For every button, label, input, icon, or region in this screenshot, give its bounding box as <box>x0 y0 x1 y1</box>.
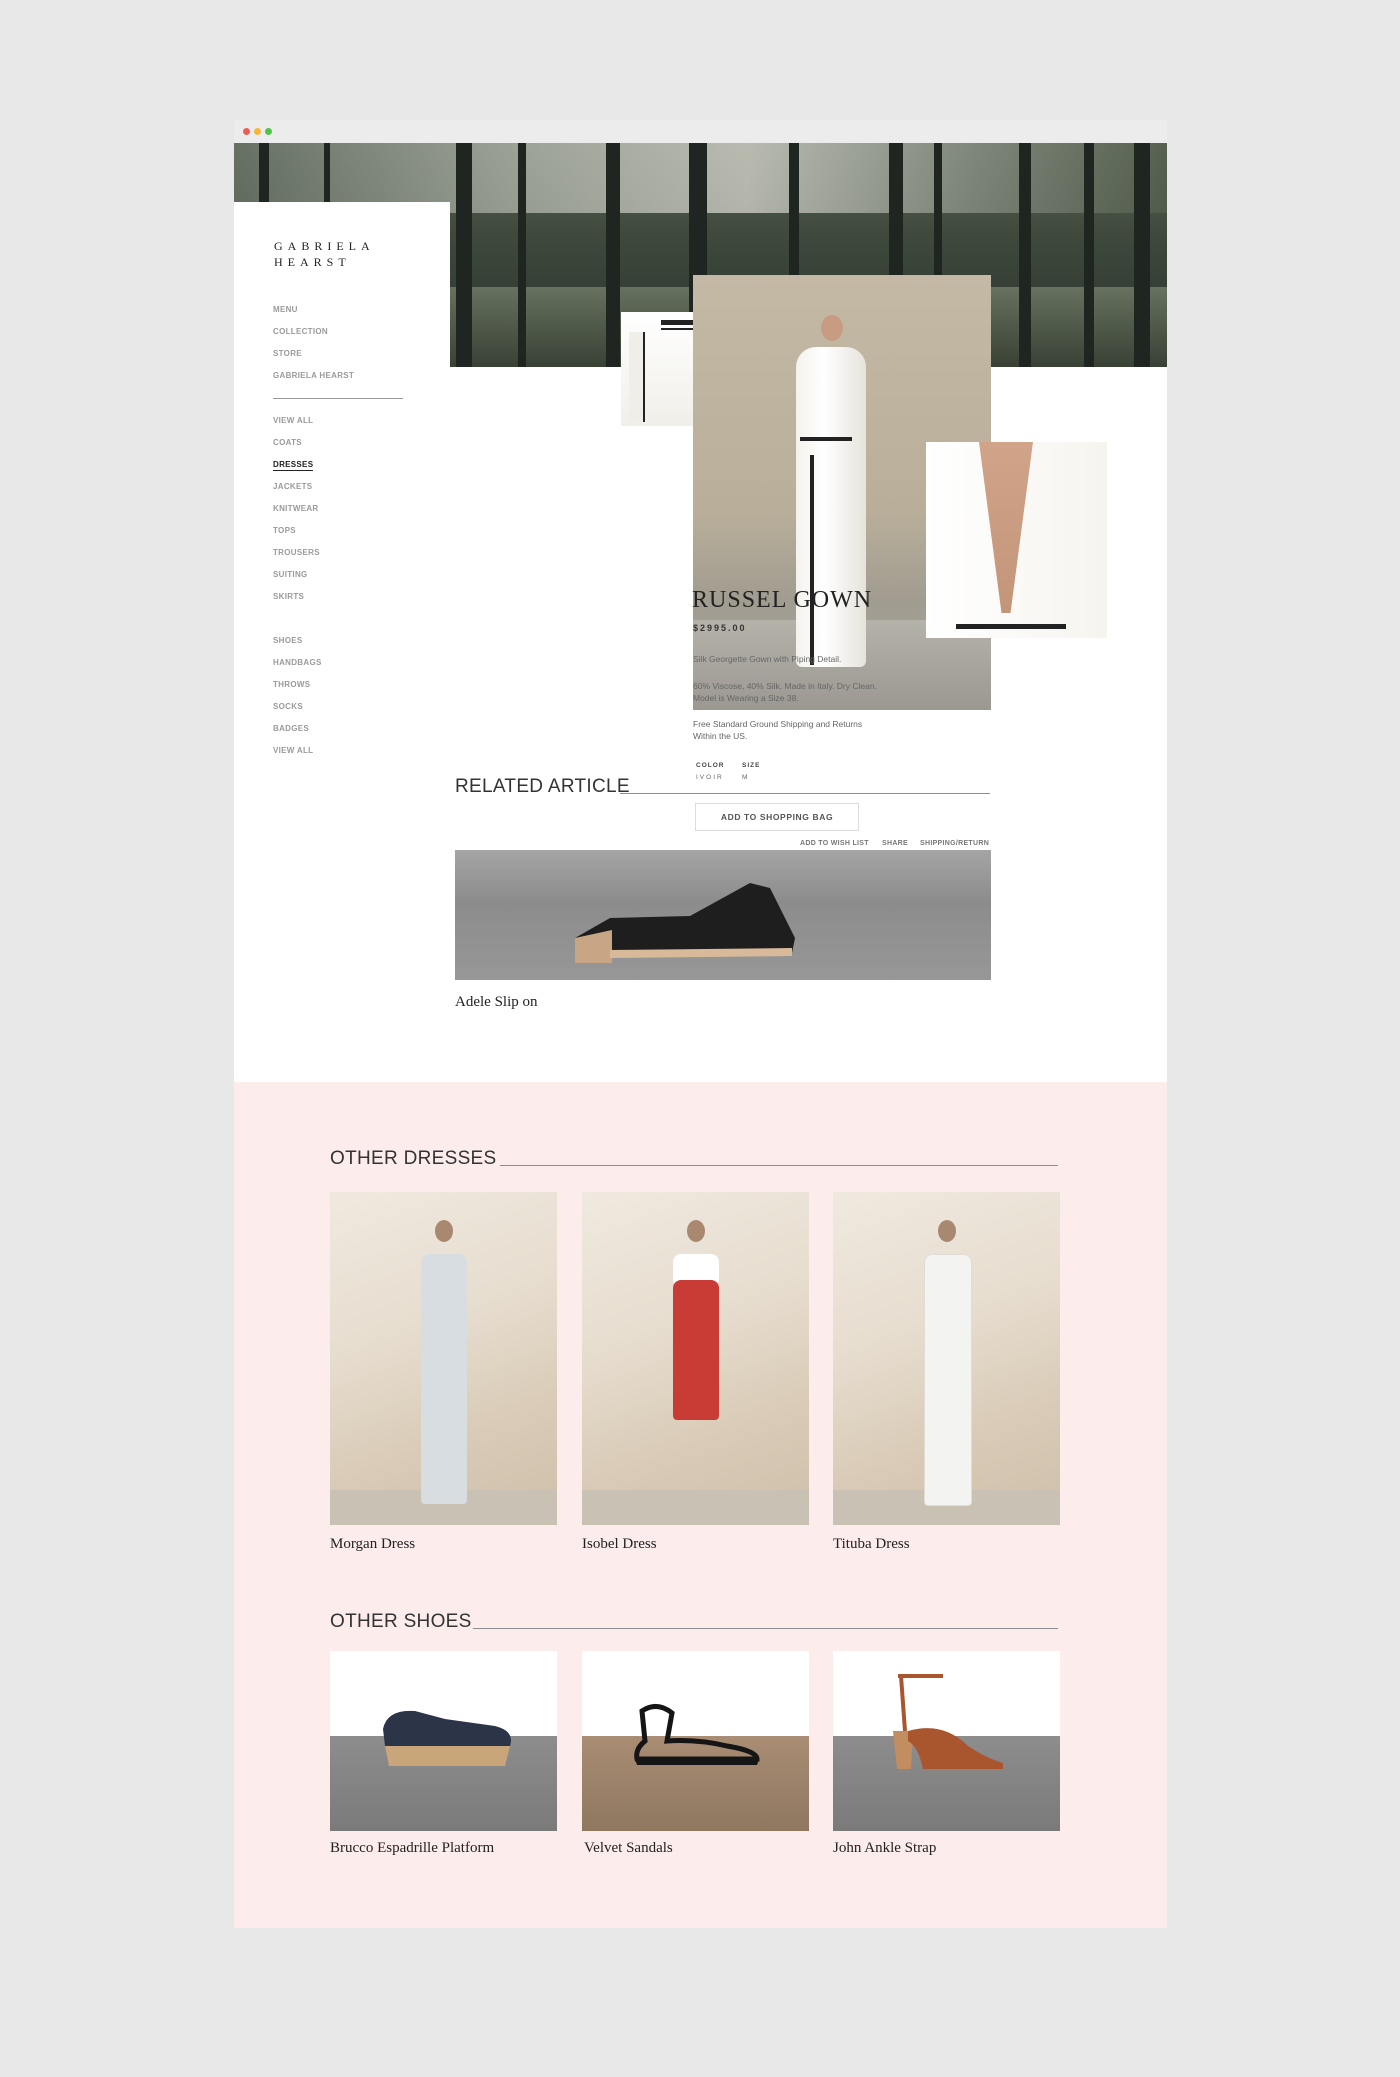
nav-menu[interactable]: MENU <box>273 305 298 314</box>
nav-category-suiting[interactable]: SUITING <box>273 570 308 579</box>
add-to-wishlist-link[interactable]: ADD TO WISH LIST <box>800 840 869 847</box>
nav-category-jackets[interactable]: JACKETS <box>273 482 312 491</box>
related-divider <box>620 793 990 794</box>
related-article-caption[interactable]: Adele Slip on <box>455 994 538 1011</box>
nav-accessory-handbags[interactable]: HANDBAGS <box>273 658 322 667</box>
dress-name-morgan[interactable]: Morgan Dress <box>330 1536 415 1553</box>
close-window-icon[interactable] <box>243 128 250 135</box>
product-neckline-image[interactable] <box>926 442 1107 638</box>
nav-store[interactable]: STORE <box>273 349 302 358</box>
dress-name-isobel[interactable]: Isobel Dress <box>582 1536 657 1553</box>
nav-category-tops[interactable]: TOPS <box>273 526 296 535</box>
nav-divider <box>273 398 403 399</box>
nav-accessory-badges[interactable]: BADGES <box>273 724 309 733</box>
related-article-heading: RELATED ARTICLE <box>455 776 630 797</box>
nav-category-coats[interactable]: COATS <box>273 438 302 447</box>
ankle-strap-shoe-icon <box>893 1674 1003 1769</box>
minimize-window-icon[interactable] <box>254 128 261 135</box>
nav-accessory-shoes[interactable]: SHOES <box>273 636 303 645</box>
product-materials: 60% Viscose, 40% Silk. Made in Italy. Dr… <box>693 681 877 703</box>
nav-accessory-view-all[interactable]: VIEW ALL <box>273 746 313 755</box>
other-shoes-divider <box>473 1628 1058 1629</box>
color-label: COLOR <box>696 762 725 769</box>
sandal-shoe-icon <box>634 1704 760 1765</box>
maximize-window-icon[interactable] <box>265 128 272 135</box>
product-price: $2995.00 <box>693 623 747 633</box>
dress-card-isobel[interactable] <box>582 1192 809 1525</box>
shoe-card-john[interactable] <box>833 1651 1060 1831</box>
shoe-name-velvet[interactable]: Velvet Sandals <box>584 1840 673 1857</box>
product-shipping-note: Free Standard Ground Shipping and Return… <box>693 719 863 741</box>
nav-collection[interactable]: COLLECTION <box>273 327 328 336</box>
browser-chrome <box>234 120 1167 143</box>
nav-category-skirts[interactable]: SKIRTS <box>273 592 304 601</box>
mule-shoe-icon <box>575 883 795 963</box>
dress-card-tituba[interactable] <box>833 1192 1060 1525</box>
shipping-return-link[interactable]: SHIPPING/RETURN <box>920 840 989 847</box>
dress-card-morgan[interactable] <box>330 1192 557 1525</box>
brand-logo[interactable]: GABRIELA HEARST <box>274 238 424 270</box>
nav-category-trousers[interactable]: TROUSERS <box>273 548 320 557</box>
nav-accessory-socks[interactable]: SOCKS <box>273 702 303 711</box>
product-title: RUSSEL GOWN <box>692 587 873 613</box>
shoe-card-brucco[interactable] <box>330 1651 557 1831</box>
left-panel <box>234 202 450 1202</box>
nav-category-view-all[interactable]: VIEW ALL <box>273 416 313 425</box>
color-selector[interactable]: IVOIR <box>696 774 724 781</box>
size-label: SIZE <box>742 762 761 769</box>
shoe-name-john[interactable]: John Ankle Strap <box>833 1840 936 1857</box>
other-dresses-heading: OTHER DRESSES <box>330 1148 497 1169</box>
shoe-name-brucco[interactable]: Brucco Espadrille Platform <box>330 1840 494 1857</box>
dress-name-tituba[interactable]: Tituba Dress <box>833 1536 910 1553</box>
other-dresses-divider <box>500 1165 1058 1166</box>
nav-category-knitwear[interactable]: KNITWEAR <box>273 504 319 513</box>
related-article-image[interactable] <box>455 850 991 980</box>
shoe-card-velvet[interactable] <box>582 1651 809 1831</box>
nav-category-dresses[interactable]: DRESSES <box>273 460 314 471</box>
size-selector[interactable]: M <box>742 774 749 781</box>
add-to-bag-button[interactable]: ADD TO SHOPPING BAG <box>695 803 859 831</box>
espadrille-shoe-icon <box>383 1710 511 1766</box>
share-link[interactable]: SHARE <box>882 840 908 847</box>
other-shoes-heading: OTHER SHOES <box>330 1611 472 1632</box>
product-description: Silk Georgette Gown with Piping Detail. <box>693 654 842 664</box>
nav-accessory-throws[interactable]: THROWS <box>273 680 310 689</box>
nav-gabriela-hearst[interactable]: GABRIELA HEARST <box>273 371 354 380</box>
